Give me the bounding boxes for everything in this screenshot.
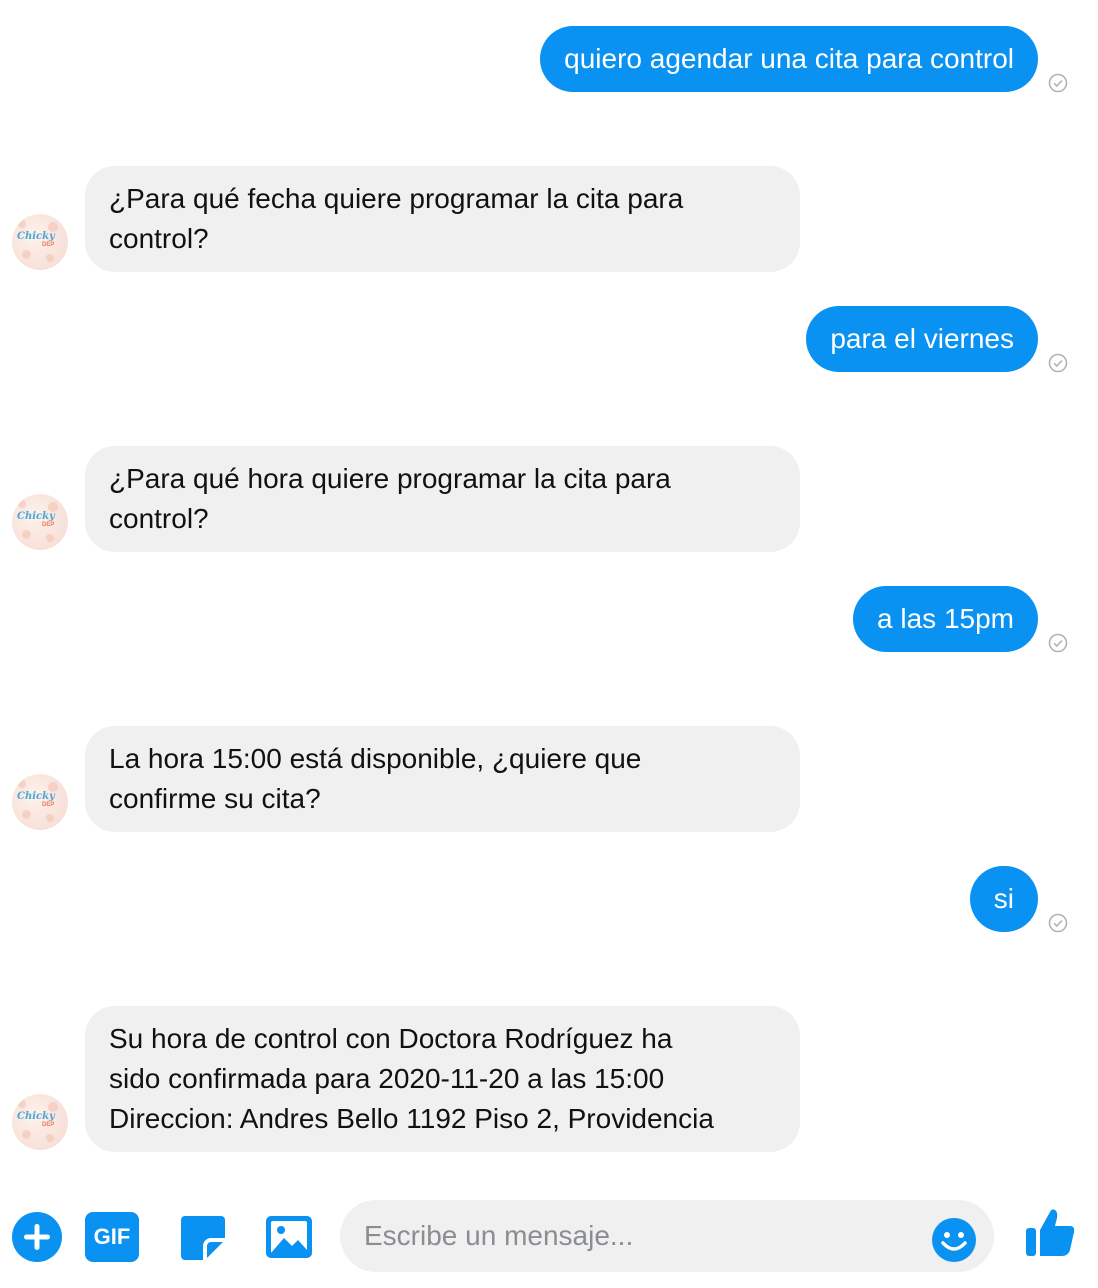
message-line: confirme su cita? — [109, 783, 321, 814]
emoji-icon[interactable] — [930, 1216, 978, 1264]
message-text: a las 15pm — [877, 603, 1014, 634]
avatar-brand: Chicky — [17, 791, 55, 802]
gif-icon[interactable]: GIF — [85, 1212, 139, 1262]
avatar-brand: Chicky — [17, 231, 55, 242]
avatar-brand: Chicky — [17, 1111, 55, 1122]
image-icon[interactable] — [262, 1210, 316, 1264]
message-line: ¿Para qué hora quiere programar la cita … — [109, 463, 671, 494]
sent-check-icon — [1048, 633, 1068, 653]
bot-avatar: Chicky DEP — [12, 494, 68, 550]
avatar-brand: Chicky — [17, 511, 55, 522]
message-line: La hora 15:00 está disponible, ¿quiere q… — [109, 743, 642, 774]
message-placeholder: Escribe un mensaje... — [364, 1220, 634, 1251]
bot-avatar: Chicky DEP — [12, 1094, 68, 1150]
sent-check-icon — [1048, 913, 1068, 933]
plus-icon[interactable] — [10, 1210, 64, 1264]
user-message: a las 15pm — [853, 586, 1038, 652]
message-line: Su hora de control con Doctora Rodríguez… — [109, 1023, 673, 1054]
bot-avatar: Chicky DEP — [12, 214, 68, 270]
message-line: Direccion: Andres Bello 1192 Piso 2, Pro… — [109, 1103, 714, 1134]
sent-check-icon — [1048, 73, 1068, 93]
message-line: control? — [109, 503, 209, 534]
message-line: ¿Para qué fecha quiere programar la cita… — [109, 183, 684, 214]
bot-message: Su hora de control con Doctora Rodríguez… — [85, 1006, 800, 1152]
gif-label: GIF — [93, 1224, 131, 1249]
thumbs-up-icon[interactable] — [1022, 1204, 1078, 1260]
user-message: si — [969, 866, 1038, 932]
messenger-chat: quiero agendar una cita para control Chi… — [0, 0, 1098, 1288]
sticker-icon[interactable] — [175, 1210, 229, 1264]
user-message: quiero agendar una cita para control — [540, 26, 1038, 92]
message-line: control? — [109, 223, 209, 254]
avatar-brand-sub: DEP — [42, 1122, 55, 1128]
bot-message: La hora 15:00 está disponible, ¿quiere q… — [85, 726, 800, 832]
avatar-brand-sub: DEP — [42, 522, 55, 528]
bot-message: ¿Para qué hora quiere programar la cita … — [85, 446, 800, 552]
message-input[interactable]: Escribe un mensaje... — [340, 1200, 994, 1272]
message-text: si — [993, 883, 1014, 914]
avatar-brand-sub: DEP — [42, 242, 55, 248]
sent-check-icon — [1048, 353, 1068, 373]
bot-avatar: Chicky DEP — [12, 774, 68, 830]
message-line: sido confirmada para 2020-11-20 a las 15… — [109, 1063, 665, 1094]
message-text: quiero agendar una cita para control — [564, 43, 1014, 74]
message-text: para el viernes — [830, 323, 1014, 354]
message-composer: GIF Escribe un mensaje... — [0, 1196, 1098, 1278]
user-message: para el viernes — [806, 306, 1038, 372]
avatar-brand-sub: DEP — [42, 802, 55, 808]
bot-message: ¿Para qué fecha quiere programar la cita… — [85, 166, 800, 272]
